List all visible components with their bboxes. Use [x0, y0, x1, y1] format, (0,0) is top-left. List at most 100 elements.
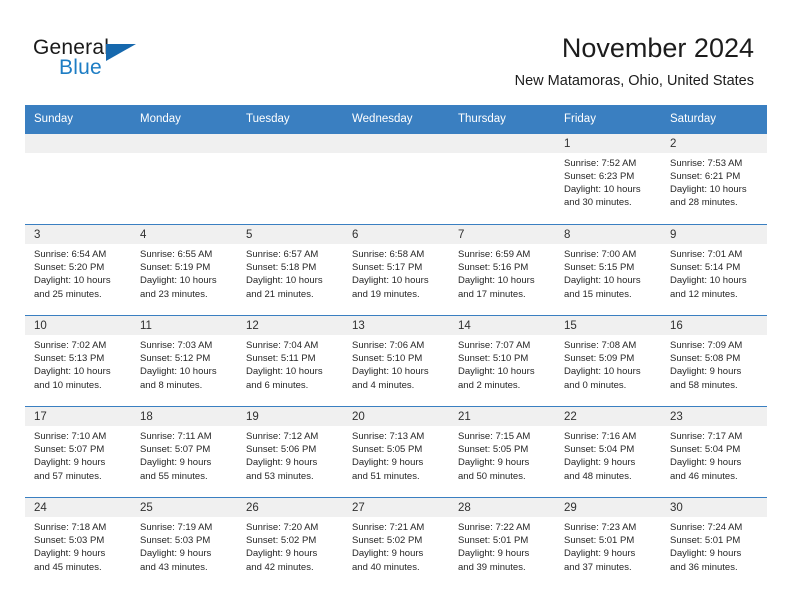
sunset-time: Sunset: 5:05 PM — [458, 444, 529, 456]
day-details: Sunrise: 7:12 AM Sunset: 5:06 PM Daylight:… — [237, 426, 343, 483]
calendar-cell-body[interactable]: 9 Sunrise: 7:01 AM Sunset: 5:14 PM Daylight… — [661, 225, 767, 315]
calendar-cell-body[interactable]: 14 Sunrise: 7:07 AM Sunset: 5:10 PM Dayligh… — [449, 316, 555, 406]
calendar-day-cell: 22 Sunrise: 7:16 AM Sunset: 5:04 PM Dayligh… — [555, 406, 661, 498]
calendar-week-row: 24 Sunrise: 7:18 AM Sunset: 5:03 PM Dayligh… — [25, 497, 767, 588]
day-details: Sunrise: 7:10 AM Sunset: 5:07 PM Daylight:… — [25, 426, 131, 483]
calendar-cell-body[interactable]: 2 Sunrise: 7:53 AM Sunset: 6:21 PM Daylight… — [661, 133, 767, 224]
day-number-band — [25, 134, 131, 153]
day-details: Sunrise: 6:59 AM Sunset: 5:16 PM Daylight:… — [449, 244, 555, 301]
daylight-duration-line1: Daylight: 9 hours — [34, 548, 106, 560]
daylight-duration-line2: and 17 minutes. — [458, 288, 526, 300]
calendar-cell-body[interactable]: 23 Sunrise: 7:17 AM Sunset: 5:04 PM Dayligh… — [661, 407, 767, 497]
daylight-duration-line2: and 36 minutes. — [670, 561, 738, 573]
daylight-duration-line2: and 21 minutes. — [246, 288, 314, 300]
page-title: November 2024 — [561, 33, 754, 63]
day-number: 14 — [449, 316, 555, 335]
day-details: Sunrise: 7:22 AM Sunset: 5:01 PM Daylight:… — [449, 517, 555, 574]
calendar-cell-body — [237, 134, 343, 224]
daylight-duration-line1: Daylight: 9 hours — [458, 548, 530, 560]
day-details: Sunrise: 7:02 AM Sunset: 5:13 PM Daylight:… — [25, 335, 131, 392]
sunrise-time: Sunrise: 7:13 AM — [352, 431, 425, 442]
daylight-duration-line2: and 4 minutes. — [352, 379, 415, 391]
sunrise-time: Sunrise: 7:11 AM — [140, 431, 212, 442]
calendar-cell-empty — [449, 133, 555, 225]
calendar-cell-body[interactable]: 17 Sunrise: 7:10 AM Sunset: 5:07 PM Dayligh… — [25, 407, 131, 497]
sunset-time: Sunset: 5:10 PM — [458, 353, 529, 365]
calendar-week-row: 10 Sunrise: 7:02 AM Sunset: 5:13 PM Dayligh… — [25, 315, 767, 407]
daylight-duration-line1: Daylight: 10 hours — [564, 366, 641, 378]
calendar-page: General Blue November 2024 New Matamoras… — [0, 0, 792, 612]
sunset-time: Sunset: 5:01 PM — [670, 535, 741, 547]
calendar-cell-body[interactable]: 3 Sunrise: 6:54 AM Sunset: 5:20 PM Daylight… — [25, 225, 131, 315]
day-details: Sunrise: 7:20 AM Sunset: 5:02 PM Daylight:… — [237, 517, 343, 574]
calendar-cell-body[interactable]: 5 Sunrise: 6:57 AM Sunset: 5:18 PM Daylight… — [237, 225, 343, 315]
calendar-week-row: 3 Sunrise: 6:54 AM Sunset: 5:20 PM Daylight… — [25, 224, 767, 316]
daylight-duration-line1: Daylight: 9 hours — [246, 457, 318, 469]
daylight-duration-line1: Daylight: 10 hours — [34, 366, 111, 378]
daylight-duration-line2: and 8 minutes. — [140, 379, 203, 391]
calendar-day-cell: 19 Sunrise: 7:12 AM Sunset: 5:06 PM Dayligh… — [237, 406, 343, 498]
daylight-duration-line2: and 48 minutes. — [564, 470, 632, 482]
sunrise-time: Sunrise: 7:01 AM — [670, 249, 743, 260]
daylight-duration-line2: and 58 minutes. — [670, 379, 738, 391]
triangle-flag-icon — [106, 44, 136, 61]
calendar-cell-body[interactable]: 8 Sunrise: 7:00 AM Sunset: 5:15 PM Daylight… — [555, 225, 661, 315]
daylight-duration-line2: and 39 minutes. — [458, 561, 526, 573]
calendar-cell-body[interactable]: 26 Sunrise: 7:20 AM Sunset: 5:02 PM Dayligh… — [237, 498, 343, 588]
day-details: Sunrise: 6:54 AM Sunset: 5:20 PM Daylight:… — [25, 244, 131, 301]
day-number: 7 — [449, 225, 555, 244]
calendar-cell-body[interactable]: 25 Sunrise: 7:19 AM Sunset: 5:03 PM Dayligh… — [131, 498, 237, 588]
calendar-cell-body[interactable]: 27 Sunrise: 7:21 AM Sunset: 5:02 PM Dayligh… — [343, 498, 449, 588]
sunset-time: Sunset: 5:13 PM — [34, 353, 105, 365]
day-number: 3 — [25, 225, 131, 244]
calendar-cell-body[interactable]: 21 Sunrise: 7:15 AM Sunset: 5:05 PM Dayligh… — [449, 407, 555, 497]
weekday-header-monday: Monday — [131, 105, 237, 134]
calendar-cell-body[interactable]: 20 Sunrise: 7:13 AM Sunset: 5:05 PM Dayligh… — [343, 407, 449, 497]
day-number: 18 — [131, 407, 237, 426]
calendar-cell-body[interactable]: 28 Sunrise: 7:22 AM Sunset: 5:01 PM Dayligh… — [449, 498, 555, 588]
calendar-cell-body[interactable]: 24 Sunrise: 7:18 AM Sunset: 5:03 PM Dayligh… — [25, 498, 131, 588]
calendar-cell-body[interactable]: 30 Sunrise: 7:24 AM Sunset: 5:01 PM Dayligh… — [661, 498, 767, 588]
sunrise-time: Sunrise: 6:59 AM — [458, 249, 531, 260]
day-details: Sunrise: 7:08 AM Sunset: 5:09 PM Daylight:… — [555, 335, 661, 392]
daylight-duration-line1: Daylight: 9 hours — [34, 457, 106, 469]
calendar-cell-body[interactable]: 10 Sunrise: 7:02 AM Sunset: 5:13 PM Dayligh… — [25, 316, 131, 406]
sunrise-time: Sunrise: 7:12 AM — [246, 431, 319, 442]
calendar-cell-body[interactable]: 18 Sunrise: 7:11 AM Sunset: 5:07 PM Dayligh… — [131, 407, 237, 497]
day-number-band — [449, 134, 555, 153]
sunrise-time: Sunrise: 7:04 AM — [246, 340, 319, 351]
daylight-duration-line1: Daylight: 9 hours — [458, 457, 530, 469]
calendar-cell-body[interactable]: 19 Sunrise: 7:12 AM Sunset: 5:06 PM Dayligh… — [237, 407, 343, 497]
calendar-day-cell: 30 Sunrise: 7:24 AM Sunset: 5:01 PM Dayligh… — [661, 497, 767, 588]
daylight-duration-line2: and 23 minutes. — [140, 288, 208, 300]
calendar-cell-body[interactable]: 15 Sunrise: 7:08 AM Sunset: 5:09 PM Dayligh… — [555, 316, 661, 406]
sunset-time: Sunset: 5:05 PM — [352, 444, 423, 456]
calendar-day-cell: 8 Sunrise: 7:00 AM Sunset: 5:15 PM Daylight… — [555, 224, 661, 316]
day-number: 9 — [661, 225, 767, 244]
daylight-duration-line2: and 46 minutes. — [670, 470, 738, 482]
day-details: Sunrise: 7:18 AM Sunset: 5:03 PM Daylight:… — [25, 517, 131, 574]
sunset-time: Sunset: 5:04 PM — [564, 444, 635, 456]
calendar-cell-body[interactable]: 13 Sunrise: 7:06 AM Sunset: 5:10 PM Dayligh… — [343, 316, 449, 406]
calendar-cell-body[interactable]: 12 Sunrise: 7:04 AM Sunset: 5:11 PM Dayligh… — [237, 316, 343, 406]
calendar-cell-body[interactable]: 16 Sunrise: 7:09 AM Sunset: 5:08 PM Dayligh… — [661, 316, 767, 406]
sunset-time: Sunset: 5:11 PM — [246, 353, 316, 365]
day-details: Sunrise: 7:19 AM Sunset: 5:03 PM Daylight:… — [131, 517, 237, 574]
brand-logo[interactable]: General Blue — [33, 36, 263, 88]
weekday-header-tuesday: Tuesday — [237, 105, 343, 134]
calendar-cell-body[interactable]: 29 Sunrise: 7:23 AM Sunset: 5:01 PM Dayligh… — [555, 498, 661, 588]
calendar-day-cell: 17 Sunrise: 7:10 AM Sunset: 5:07 PM Dayligh… — [25, 406, 131, 498]
calendar-cell-body[interactable]: 4 Sunrise: 6:55 AM Sunset: 5:19 PM Daylight… — [131, 225, 237, 315]
calendar-day-cell: 9 Sunrise: 7:01 AM Sunset: 5:14 PM Daylight… — [661, 224, 767, 316]
daylight-duration-line1: Daylight: 9 hours — [140, 457, 212, 469]
calendar-cell-body[interactable]: 22 Sunrise: 7:16 AM Sunset: 5:04 PM Dayligh… — [555, 407, 661, 497]
calendar-cell-body[interactable]: 11 Sunrise: 7:03 AM Sunset: 5:12 PM Dayligh… — [131, 316, 237, 406]
calendar-cell-body[interactable]: 7 Sunrise: 6:59 AM Sunset: 5:16 PM Daylight… — [449, 225, 555, 315]
day-details: Sunrise: 6:55 AM Sunset: 5:19 PM Daylight:… — [131, 244, 237, 301]
calendar-cell-empty — [25, 133, 131, 225]
calendar-cell-body[interactable]: 1 Sunrise: 7:52 AM Sunset: 6:23 PM Daylight… — [555, 133, 661, 224]
daylight-duration-line2: and 37 minutes. — [564, 561, 632, 573]
sunset-time: Sunset: 5:01 PM — [458, 535, 529, 547]
day-details: Sunrise: 7:13 AM Sunset: 5:05 PM Daylight:… — [343, 426, 449, 483]
calendar-cell-body[interactable]: 6 Sunrise: 6:58 AM Sunset: 5:17 PM Daylight… — [343, 225, 449, 315]
